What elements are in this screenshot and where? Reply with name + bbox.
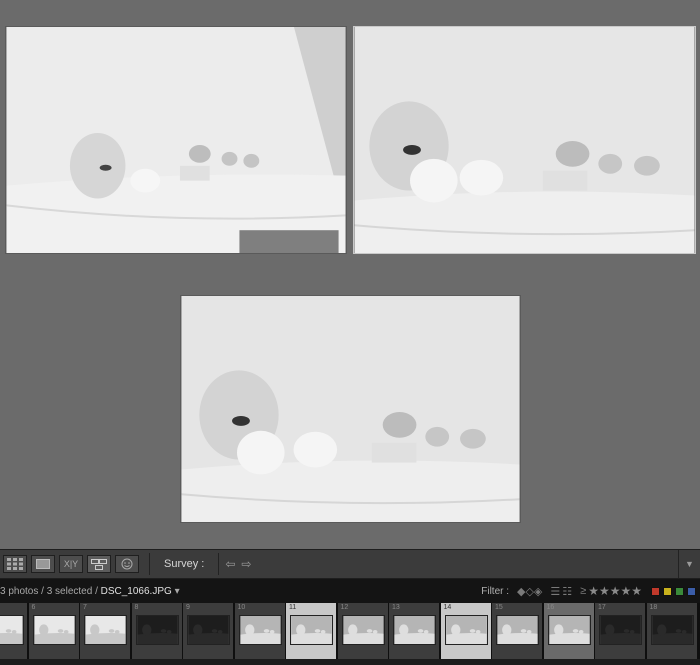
filmstrip-thumbnail <box>496 615 539 645</box>
filmstrip-cell[interactable]: 6 <box>28 603 80 659</box>
filmstrip: 6 7 8 9 10 11 12 13 14 15 16 17 18 <box>0 603 700 665</box>
filmstrip-cell[interactable]: 7 <box>80 603 131 659</box>
cell-index: 16 <box>546 604 555 611</box>
cell-index: 7 <box>83 604 87 611</box>
photo-1-image <box>6 27 346 253</box>
loupe-view-button[interactable] <box>31 555 55 573</box>
filmstrip-cell[interactable]: 15 <box>492 603 543 659</box>
survey-view-area <box>0 0 700 549</box>
filmstrip-cell[interactable]: 13 <box>389 603 440 659</box>
grid-icon <box>7 558 23 570</box>
photo-2-image <box>354 27 695 253</box>
photo-count-text: 3 photos / 3 selected / <box>0 585 101 597</box>
filmstrip-thumbnail <box>135 615 179 645</box>
survey-view-button[interactable] <box>87 555 111 573</box>
cell-index: 15 <box>495 604 503 611</box>
filmstrip-thumbnail <box>547 615 591 645</box>
photo-count-info: 3 photos / 3 selected / DSC_1066.JPG ▾ <box>0 586 180 597</box>
next-photo-arrow-icon[interactable]: ⇨ <box>241 557 251 571</box>
filmstrip-header: 3 photos / 3 selected / DSC_1066.JPG ▾ F… <box>0 579 700 603</box>
survey-mode-label: Survey : <box>164 558 205 570</box>
cell-index: 14 <box>443 604 452 611</box>
filmstrip-thumbnail <box>32 615 76 645</box>
filmstrip-thumbnail <box>650 615 694 645</box>
filmstrip-thumbnail <box>599 615 642 645</box>
filmstrip-cell[interactable]: 8 <box>131 603 183 659</box>
filmstrip-cell[interactable]: 11 <box>286 603 337 659</box>
filmstrip-thumbnail <box>444 615 488 645</box>
color-label-chip[interactable] <box>651 586 660 596</box>
toolbar-menu-chevron-icon[interactable]: ▼ <box>678 550 700 578</box>
filmstrip-thumbnail <box>290 615 333 645</box>
color-label-chip[interactable] <box>675 586 684 596</box>
grid-view-button[interactable] <box>3 555 27 573</box>
sort-filter-icon[interactable]: ☷ <box>562 585 572 598</box>
compare-view-button[interactable]: X|Y <box>59 555 83 573</box>
filmstrip-cell[interactable]: 10 <box>234 603 286 659</box>
survey-icon <box>91 558 107 570</box>
filmstrip-thumbnail <box>187 615 230 645</box>
cell-index: 12 <box>340 604 349 611</box>
filmstrip-thumbnail <box>84 615 127 645</box>
survey-photo-3[interactable] <box>180 295 521 523</box>
filmstrip-scrollbar[interactable] <box>0 659 700 665</box>
filmstrip-cell[interactable] <box>0 603 28 659</box>
library-toolbar: X|Y Survey : ⇦ ⇨ ▼ <box>0 549 700 579</box>
cell-index: 10 <box>237 604 246 611</box>
survey-photo-1[interactable] <box>5 26 347 254</box>
filmstrip-cell[interactable]: 12 <box>337 603 389 659</box>
edit-filter-icon[interactable]: ☰ <box>550 585 560 598</box>
cell-index: 17 <box>598 604 606 611</box>
loupe-icon <box>36 559 50 569</box>
flag-filter-icon[interactable]: ◆◇◈ <box>517 585 542 598</box>
previous-photo-arrow-icon[interactable]: ⇦ <box>225 557 235 571</box>
cell-index: 6 <box>31 604 36 611</box>
color-label-chip[interactable] <box>687 586 696 596</box>
compare-icon: X|Y <box>63 559 79 569</box>
cell-index: 11 <box>289 604 297 611</box>
filmstrip-thumbnail <box>393 615 436 645</box>
rating-comparison-icon[interactable]: ≥ <box>580 585 586 597</box>
people-view-button[interactable] <box>115 555 139 573</box>
cell-index: 8 <box>134 604 139 611</box>
filmstrip-thumbnail <box>341 615 385 645</box>
color-label-filter <box>648 586 696 596</box>
filmstrip-thumbnail <box>0 615 24 645</box>
filmstrip-cell[interactable]: 9 <box>183 603 234 659</box>
rating-filter-stars[interactable]: ★★★★★ <box>588 584 642 598</box>
cell-index: 13 <box>392 604 400 611</box>
toolbar-divider <box>218 553 220 575</box>
filmstrip-cell[interactable]: 14 <box>440 603 492 659</box>
filter-bar: Filter : ◆◇◈ ☰ ☷ ≥ ★★★★★ <box>481 584 696 598</box>
cell-index: 18 <box>649 604 658 611</box>
filmstrip-cell[interactable]: 17 <box>595 603 646 659</box>
color-label-chip[interactable] <box>663 586 672 596</box>
face-icon <box>121 558 133 570</box>
filmstrip-cell[interactable]: 16 <box>543 603 595 659</box>
filmstrip-cell[interactable]: 18 <box>646 603 698 659</box>
current-filename[interactable]: DSC_1066.JPG <box>101 586 172 597</box>
photo-3-image <box>181 296 520 522</box>
filmstrip-thumbnail <box>238 615 282 645</box>
toolbar-divider <box>149 553 150 575</box>
cell-index: 9 <box>186 604 190 611</box>
filter-label: Filter : <box>481 585 510 597</box>
survey-photo-2[interactable] <box>353 26 696 254</box>
filename-dropdown-icon[interactable]: ▾ <box>175 586 180 597</box>
